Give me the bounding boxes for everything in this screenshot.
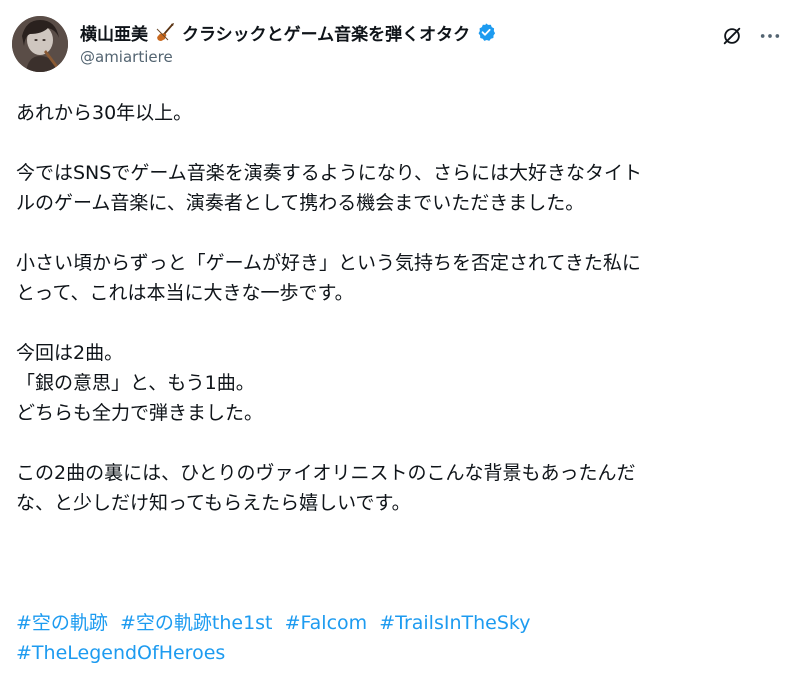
hashtag-line: #TheLegendOfHeroes [16, 638, 786, 668]
text-line: とって、これは本当に大きな一歩です。 [16, 282, 354, 304]
text-line: 「銀の意思」と、もう1曲。 [16, 372, 255, 394]
hashtag-link[interactable]: #TheLegendOfHeroes [16, 642, 225, 664]
hashtag-link[interactable]: #空の軌跡the1st [120, 612, 273, 634]
hashtag-link[interactable]: #TrailsInTheSky [379, 612, 530, 634]
display-name[interactable]: 横山亜美 [80, 20, 148, 45]
hashtags: #空の軌跡 #空の軌跡the1st #Falcom #TrailsInTheSk… [16, 608, 786, 668]
paragraph-4: 今回は2曲。 「銀の意思」と、もう1曲。 どちらも全力で弾きました。 [16, 338, 786, 428]
more-icon[interactable] [756, 24, 784, 48]
name-row[interactable]: 横山亜美 クラシックとゲーム音楽を弾くオタク [80, 18, 496, 46]
verified-badge-icon [476, 22, 496, 42]
tweet: 横山亜美 クラシックとゲーム音楽を弾くオタク @amiartiere あれから3… [0, 0, 800, 678]
violin-icon [154, 21, 176, 43]
tweet-header: 横山亜美 クラシックとゲーム音楽を弾くオタク @amiartiere [12, 14, 788, 74]
avatar[interactable] [12, 16, 68, 72]
paragraph-1: あれから30年以上。 [16, 98, 786, 128]
hashtag-line: #空の軌跡 #空の軌跡the1st #Falcom #TrailsInTheSk… [16, 608, 786, 638]
avatar-image [12, 16, 68, 72]
paragraph-2: 今ではSNSでゲーム音楽を演奏するようになり、さらには大好きなタイト ルのゲーム… [16, 158, 786, 218]
text-line: あれから30年以上。 [16, 102, 193, 124]
text-line: ルのゲーム音楽に、演奏者として携わる機会までいただきました。 [16, 192, 585, 214]
text-line: どちらも全力で弾きました。 [16, 402, 264, 424]
handle[interactable]: @amiartiere [80, 48, 496, 66]
grok-icon[interactable] [720, 24, 744, 48]
paragraph-3: 小さい頃からずっと「ゲームが好き」という気持ちを否定されてきた私に とって、これ… [16, 248, 786, 308]
text-line: 今回は2曲。 [16, 342, 124, 364]
text-line: この2曲の裏には、ひとりのヴァイオリニストのこんな背景もあったんだ [16, 462, 636, 484]
text-line: 小さい頃からずっと「ゲームが好き」という気持ちを否定されてきた私に [16, 252, 641, 274]
text-line: な、と少しだけ知ってもらえたら嬉しいです。 [16, 492, 411, 514]
paragraph-5: この2曲の裏には、ひとりのヴァイオリニストのこんな背景もあったんだ な、と少しだ… [16, 458, 786, 518]
author-identity: 横山亜美 クラシックとゲーム音楽を弾くオタク @amiartiere [80, 18, 496, 66]
hashtag-link[interactable]: #Falcom [285, 612, 368, 634]
display-name-suffix[interactable]: クラシックとゲーム音楽を弾くオタク [182, 20, 470, 45]
tweet-text: あれから30年以上。 今ではSNSでゲーム音楽を演奏するようになり、さらには大好… [16, 98, 786, 548]
hashtag-link[interactable]: #空の軌跡 [16, 612, 108, 634]
text-line: 今ではSNSでゲーム音楽を演奏するようになり、さらには大好きなタイト [16, 162, 643, 184]
